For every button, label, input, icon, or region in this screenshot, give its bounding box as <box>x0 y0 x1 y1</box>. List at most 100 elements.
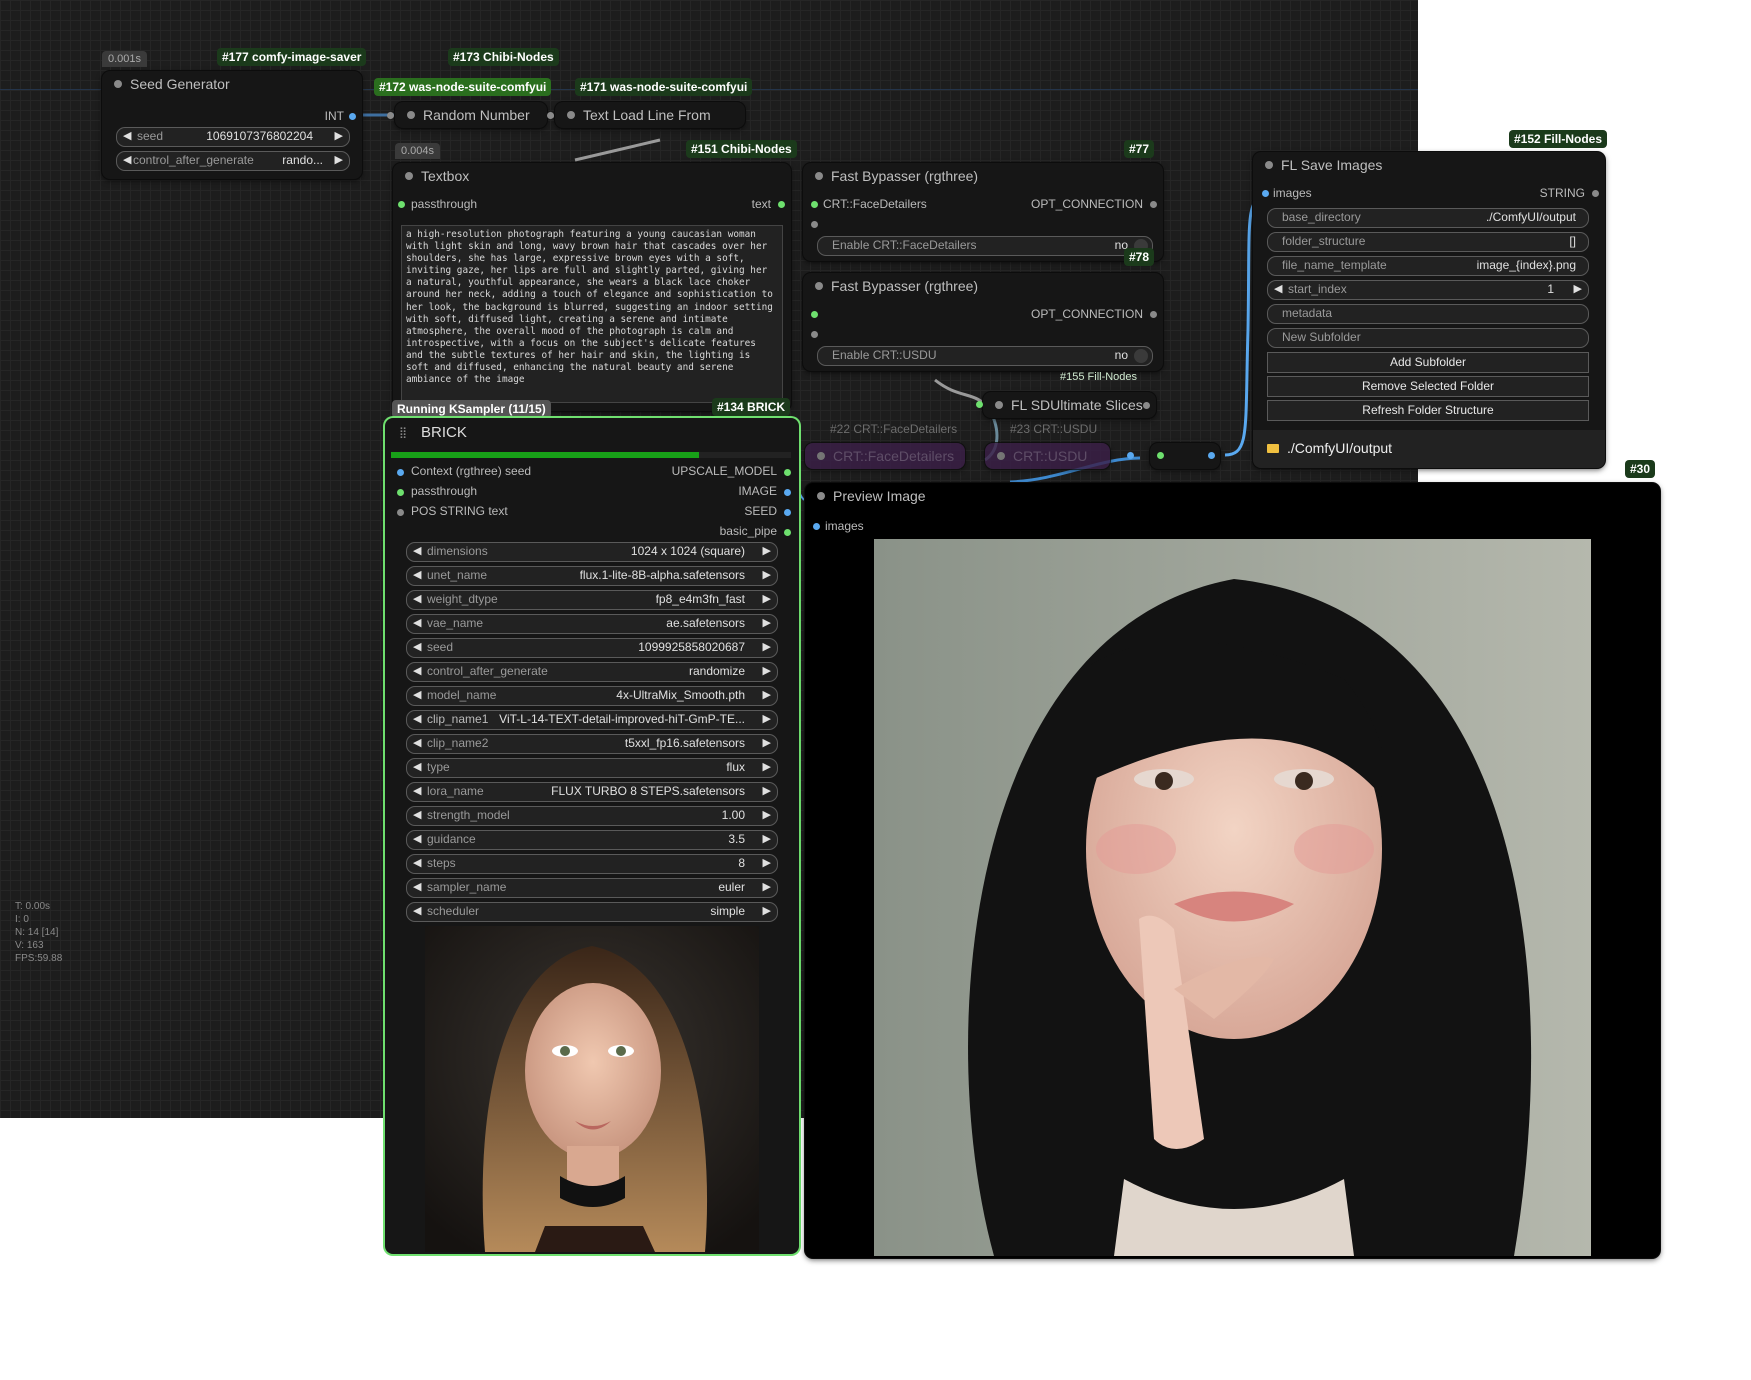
brick-widget-model-name[interactable]: ◀ model_name 4x-UltraMix_Smooth.pth ▶ <box>406 686 778 706</box>
prompt-textarea[interactable]: a high-resolution photograph featuring a… <box>401 225 783 403</box>
increment-arrow-icon[interactable]: ▶ <box>763 712 771 725</box>
brick-widget-lora-name[interactable]: ◀ lora_name FLUX TURBO 8 STEPS.safetensors… <box>406 782 778 802</box>
increment-arrow-icon[interactable]: ▶ <box>763 544 771 557</box>
decrement-arrow-icon[interactable]: ◀ <box>413 616 421 629</box>
brick-input-socket[interactable] <box>397 469 404 476</box>
brick-widget-weight-dtype[interactable]: ◀ weight_dtype fp8_e4m3fn_fast ▶ <box>406 590 778 610</box>
seed-widget[interactable]: ◀ seed 1069107376802204 ▶ <box>116 127 350 147</box>
increment-arrow-icon[interactable]: ▶ <box>763 568 771 581</box>
preview-image-node[interactable]: Preview Image images <box>805 483 1660 1258</box>
brick-widget-control-after-generate[interactable]: ◀ control_after_generate randomize ▶ <box>406 662 778 682</box>
fl-save-button-1[interactable]: Remove Selected Folder <box>1267 376 1589 397</box>
preview-title[interactable]: Preview Image <box>805 483 1660 509</box>
bypasser-title[interactable]: Fast Bypasser (rgthree) <box>803 163 1163 189</box>
text-output-socket[interactable] <box>778 201 785 208</box>
facedetailers-input-socket[interactable] <box>811 201 818 208</box>
brick-input-socket[interactable] <box>397 489 404 496</box>
brick-output-socket[interactable] <box>784 469 791 476</box>
increment-arrow-icon[interactable]: ▶ <box>763 736 771 749</box>
decrement-arrow-icon[interactable]: ◀ <box>413 640 421 653</box>
increment-arrow-icon[interactable]: ▶ <box>763 760 771 773</box>
slices-output-socket[interactable] <box>1143 402 1150 409</box>
fl-save-title[interactable]: FL Save Images <box>1253 152 1605 178</box>
usdu-output-socket[interactable] <box>1127 452 1134 459</box>
brick-input-socket[interactable] <box>397 509 404 516</box>
bypasser-title[interactable]: Fast Bypasser (rgthree) <box>803 273 1163 299</box>
fl-save-images-node[interactable]: FL Save Images images STRING base_direct… <box>1253 152 1605 468</box>
decrement-arrow-icon[interactable]: ◀ <box>413 688 421 701</box>
decrement-arrow-icon[interactable]: ◀ <box>413 736 421 749</box>
decrement-arrow-icon[interactable]: ◀ <box>123 129 131 142</box>
input-socket[interactable] <box>811 311 818 318</box>
increment-arrow-icon[interactable]: ▶ <box>763 904 771 917</box>
decrement-arrow-icon[interactable]: ◀ <box>413 880 421 893</box>
opt-connection-output-socket[interactable] <box>1150 201 1157 208</box>
images-input-socket[interactable] <box>1262 190 1269 197</box>
fl-save-field-0[interactable]: base_directory ./ComfyUI/output <box>1267 208 1589 228</box>
decrement-arrow-icon[interactable]: ◀ <box>413 664 421 677</box>
drag-handle-icon[interactable]: ⣿ <box>399 418 407 448</box>
brick-widget-type[interactable]: ◀ type flux ▶ <box>406 758 778 778</box>
brick-widget-steps[interactable]: ◀ steps 8 ▶ <box>406 854 778 874</box>
string-output-socket[interactable] <box>1592 190 1599 197</box>
decrement-arrow-icon[interactable]: ◀ <box>413 904 421 917</box>
brick-output-socket[interactable] <box>784 509 791 516</box>
slices-input-socket[interactable] <box>976 401 983 408</box>
random-number-node[interactable]: Random Number <box>395 102 547 128</box>
enable-facedetailers-toggle[interactable]: Enable CRT::FaceDetailers no <box>817 236 1153 256</box>
increment-arrow-icon[interactable]: ▶ <box>763 856 771 869</box>
increment-arrow-icon[interactable]: ▶ <box>1574 282 1582 295</box>
random-number-input-socket[interactable] <box>387 112 394 119</box>
int-output-socket[interactable] <box>349 113 356 120</box>
random-number-title[interactable]: Random Number <box>395 102 547 128</box>
brick-output-socket[interactable] <box>784 529 791 536</box>
brick-widget-dimensions[interactable]: ◀ dimensions 1024 x 1024 (square) ▶ <box>406 542 778 562</box>
opt-connection-output-socket[interactable] <box>1150 311 1157 318</box>
seed-generator-title[interactable]: Seed Generator <box>102 71 362 97</box>
increment-arrow-icon[interactable]: ▶ <box>763 640 771 653</box>
empty-input-socket[interactable] <box>811 221 818 228</box>
faded-title[interactable]: CRT::USDU <box>985 443 1110 469</box>
folder-row[interactable]: ./ComfyUI/output <box>1253 430 1605 468</box>
brick-widget-strength-model[interactable]: ◀ strength_model 1.00 ▶ <box>406 806 778 826</box>
sdultimate-slices-node[interactable]: FL SDUltimate Slices <box>983 392 1156 418</box>
seed-generator-node[interactable]: Seed Generator INT ◀ seed 10691073768022… <box>102 71 362 179</box>
decrement-arrow-icon[interactable]: ◀ <box>413 856 421 869</box>
text-load-title[interactable]: Text Load Line From <box>555 102 745 128</box>
decrement-arrow-icon[interactable]: ◀ <box>413 760 421 773</box>
increment-arrow-icon[interactable]: ▶ <box>763 616 771 629</box>
preview-images-input-socket[interactable] <box>813 523 820 530</box>
bypassed-usdu-node[interactable]: CRT::USDU <box>985 443 1110 469</box>
enable-usdu-toggle[interactable]: Enable CRT::USDU no <box>817 346 1153 366</box>
passthrough-input-socket[interactable] <box>398 201 405 208</box>
increment-arrow-icon[interactable]: ▶ <box>763 880 771 893</box>
increment-arrow-icon[interactable]: ▶ <box>763 688 771 701</box>
bypasser-usdu-node[interactable]: Fast Bypasser (rgthree) OPT_CONNECTION E… <box>803 273 1163 371</box>
reroute-input-socket[interactable] <box>1157 452 1164 459</box>
brick-widget-vae-name[interactable]: ◀ vae_name ae.safetensors ▶ <box>406 614 778 634</box>
increment-arrow-icon[interactable]: ▶ <box>763 832 771 845</box>
increment-arrow-icon[interactable]: ▶ <box>763 808 771 821</box>
increment-arrow-icon[interactable]: ▶ <box>763 784 771 797</box>
reroute-output-socket[interactable] <box>1208 452 1215 459</box>
bypasser-facedetailers-node[interactable]: Fast Bypasser (rgthree) CRT::FaceDetaile… <box>803 163 1163 261</box>
brick-widget-clip-name1[interactable]: ◀ clip_name1 ViT-L-14-TEXT-detail-improved… <box>406 710 778 730</box>
fl-save-button-2[interactable]: Refresh Folder Structure <box>1267 400 1589 421</box>
brick-widget-sampler-name[interactable]: ◀ sampler_name euler ▶ <box>406 878 778 898</box>
fl-save-field-2[interactable]: file_name_template image_{index}.png <box>1267 256 1589 276</box>
empty-input-socket[interactable] <box>811 331 818 338</box>
control-after-generate-widget[interactable]: ◀ control_after_generate rando... ▶ <box>116 151 350 171</box>
sdultimate-title[interactable]: FL SDUltimate Slices <box>983 392 1156 418</box>
increment-arrow-icon[interactable]: ▶ <box>763 592 771 605</box>
brick-widget-guidance[interactable]: ◀ guidance 3.5 ▶ <box>406 830 778 850</box>
fl-save-button-0[interactable]: Add Subfolder <box>1267 352 1589 373</box>
increment-arrow-icon[interactable]: ▶ <box>335 129 343 142</box>
brick-widget-scheduler[interactable]: ◀ scheduler simple ▶ <box>406 902 778 922</box>
faded-title[interactable]: CRT::FaceDetailers <box>805 443 965 469</box>
fl-save-field-5[interactable]: New Subfolder <box>1267 328 1589 348</box>
decrement-arrow-icon[interactable]: ◀ <box>413 832 421 845</box>
decrement-arrow-icon[interactable]: ◀ <box>1274 282 1282 295</box>
decrement-arrow-icon[interactable]: ◀ <box>413 592 421 605</box>
fl-save-field-4[interactable]: metadata <box>1267 304 1589 324</box>
text-load-node[interactable]: Text Load Line From <box>555 102 745 128</box>
